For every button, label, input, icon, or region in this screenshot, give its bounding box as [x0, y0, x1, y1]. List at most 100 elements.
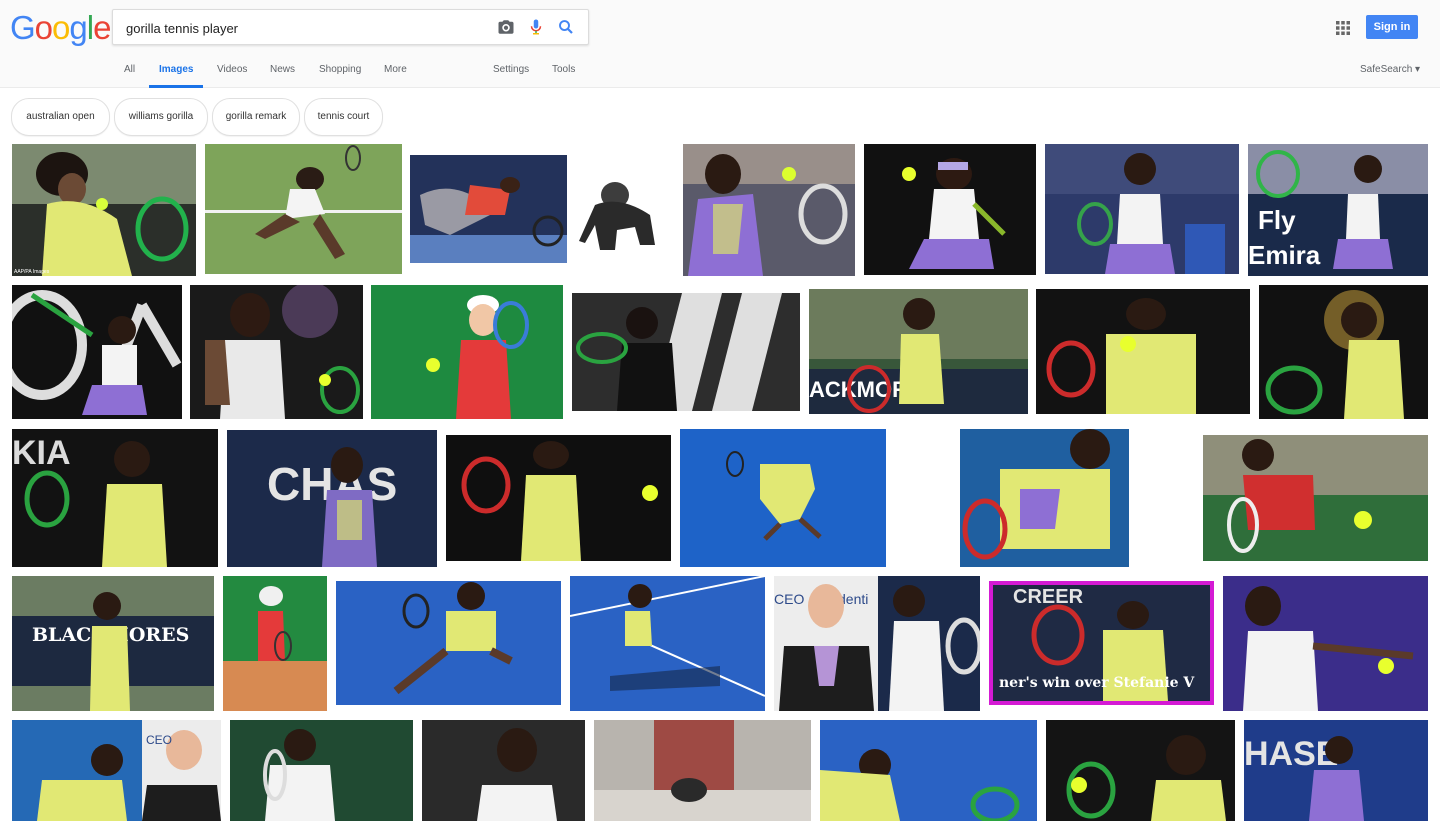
thumbnail-image — [190, 285, 363, 419]
watermark-text: AAP/PA Images — [14, 269, 50, 275]
image-thumbnail[interactable]: BLACKMORES — [12, 576, 214, 711]
tab-more[interactable]: More — [384, 64, 407, 75]
thumbnail-image — [371, 285, 563, 419]
safesearch-dropdown[interactable]: SafeSearch ▾ — [1360, 64, 1420, 75]
logo-letter: e — [93, 9, 111, 46]
image-thumbnail[interactable]: HASE — [1244, 720, 1428, 821]
image-thumbnail[interactable] — [336, 581, 561, 705]
thumbnail-image: ACKMORE — [809, 289, 1028, 414]
thumbnail-image — [1046, 720, 1235, 821]
image-thumbnail[interactable] — [575, 165, 663, 257]
header-bar: Google Sign in All Images Videos News Sh… — [0, 0, 1440, 88]
image-thumbnail[interactable] — [371, 285, 563, 419]
image-thumbnail[interactable] — [594, 720, 811, 821]
thumbnail-image — [12, 144, 196, 276]
image-thumbnail[interactable] — [223, 576, 327, 711]
image-thumbnail[interactable] — [1036, 289, 1250, 414]
tab-news[interactable]: News — [270, 64, 295, 75]
image-thumbnail[interactable]: CEO — [12, 720, 221, 821]
thumbnail-image — [1045, 144, 1239, 274]
thumbnail-image: CHAS — [227, 430, 437, 567]
thumbnail-image: KIA — [12, 429, 218, 567]
thumbnail-image — [1223, 576, 1428, 711]
google-logo[interactable]: Google — [10, 9, 111, 46]
image-thumbnail[interactable] — [1223, 576, 1428, 711]
image-thumbnail[interactable] — [683, 144, 855, 276]
camera-icon[interactable] — [497, 18, 515, 36]
image-thumbnail[interactable] — [572, 293, 800, 411]
thumbnail-image — [680, 429, 886, 567]
thumbnail-image: Fly Emira — [1248, 144, 1428, 276]
microphone-icon[interactable] — [527, 18, 545, 36]
thumbnail-image — [1259, 285, 1428, 419]
image-thumbnail[interactable] — [1203, 435, 1428, 561]
thumbnail-image: BLACKMORES — [12, 576, 214, 711]
apps-grid-icon[interactable] — [1336, 21, 1350, 35]
tab-images[interactable]: Images — [159, 64, 193, 75]
svg-text:Emira: Emira — [1248, 240, 1321, 270]
thumbnail-image — [1203, 435, 1428, 561]
image-thumbnail[interactable]: Fly Emira — [1248, 144, 1428, 276]
thumbnail-image — [12, 285, 182, 419]
gorilla-icon — [575, 165, 663, 257]
svg-text:CEO: CEO — [774, 591, 804, 607]
logo-letter: o — [52, 9, 70, 46]
image-thumbnail[interactable] — [680, 429, 886, 567]
image-thumbnail[interactable] — [410, 155, 567, 263]
search-icon[interactable] — [557, 18, 575, 36]
sign-in-button[interactable]: Sign in — [1366, 15, 1418, 39]
tab-all[interactable]: All — [124, 64, 135, 75]
search-box — [112, 9, 589, 46]
thumbnail-image — [422, 720, 585, 821]
search-tabs: All Images Videos News Shopping More Set… — [0, 54, 1440, 88]
image-thumbnail[interactable] — [12, 285, 182, 419]
svg-text:Fly: Fly — [1258, 205, 1296, 235]
tab-shopping[interactable]: Shopping — [319, 64, 361, 75]
image-thumbnail[interactable] — [1259, 285, 1428, 419]
chip-tennis-court[interactable]: tennis court — [304, 98, 383, 136]
image-thumbnail[interactable] — [960, 429, 1129, 567]
image-thumbnail[interactable] — [205, 144, 402, 274]
logo-letter: g — [69, 9, 87, 46]
image-thumbnail[interactable] — [422, 720, 585, 821]
thumbnail-image — [1036, 289, 1250, 414]
thumbnail-image — [410, 155, 567, 263]
image-thumbnail[interactable] — [446, 435, 671, 561]
image-thumbnail[interactable]: AAP/PA Images — [12, 144, 196, 276]
svg-text:HASE: HASE — [1244, 735, 1338, 773]
image-thumbnail[interactable]: CREER ner's win over Stefanie V — [989, 581, 1214, 705]
search-input[interactable] — [124, 10, 488, 46]
image-thumbnail[interactable]: CEO denti — [774, 576, 980, 711]
thumbnail-image — [683, 144, 855, 276]
image-thumbnail[interactable]: CHAS — [227, 430, 437, 567]
image-thumbnail[interactable] — [1046, 720, 1235, 821]
tab-videos[interactable]: Videos — [217, 64, 247, 75]
thumbnail-image — [230, 720, 413, 821]
chip-williams-gorilla[interactable]: williams gorilla — [114, 98, 208, 136]
thumbnail-image — [205, 144, 402, 274]
image-thumbnail[interactable] — [1045, 144, 1239, 274]
thumbnail-image — [572, 293, 800, 411]
thumbnail-image — [570, 576, 765, 711]
thumbnail-image: HASE — [1244, 720, 1428, 821]
image-thumbnail[interactable] — [864, 144, 1036, 275]
thumbnail-image: CEO — [12, 720, 221, 821]
image-thumbnail[interactable] — [820, 720, 1037, 821]
tools-link[interactable]: Tools — [552, 64, 575, 75]
image-thumbnail[interactable]: KIA — [12, 429, 218, 567]
thumbnail-image — [820, 720, 1037, 821]
thumbnail-image — [223, 576, 327, 711]
svg-text:CREER: CREER — [1013, 586, 1084, 608]
caption-overlay-text: ner's win over Stefanie V — [999, 675, 1195, 691]
chip-australian-open[interactable]: australian open — [11, 98, 110, 136]
chip-gorilla-remark[interactable]: gorilla remark — [212, 98, 300, 136]
image-thumbnail[interactable] — [570, 576, 765, 711]
thumbnail-image — [864, 144, 1036, 275]
image-thumbnail[interactable] — [190, 285, 363, 419]
image-thumbnail[interactable]: ACKMORE — [809, 289, 1028, 414]
image-thumbnail[interactable] — [230, 720, 413, 821]
settings-link[interactable]: Settings — [493, 64, 529, 75]
thumbnail-image — [594, 720, 811, 821]
svg-text:KIA: KIA — [12, 434, 71, 472]
thumbnail-image — [446, 435, 671, 561]
